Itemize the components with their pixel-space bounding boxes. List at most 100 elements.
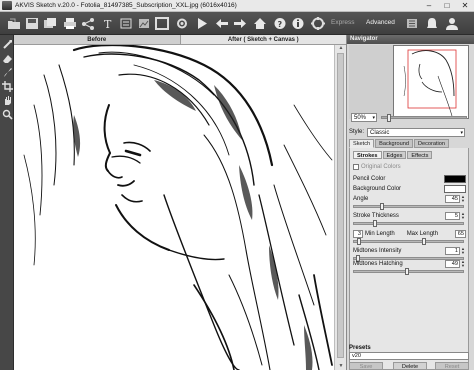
- zoom-controls: 50%: [349, 111, 473, 123]
- tab-sketch[interactable]: Sketch: [349, 139, 375, 148]
- length-range-slider[interactable]: [353, 238, 464, 245]
- tab-background[interactable]: Background: [375, 139, 413, 148]
- frame-icon[interactable]: [154, 16, 170, 31]
- sketch-tab-content: Strokes Edges Effects Original Colors Pe…: [349, 148, 469, 370]
- tab-after[interactable]: After ( Sketch + Canvas ): [180, 35, 346, 44]
- angle-row: Angle 45 ▲ ▼: [353, 194, 466, 204]
- midtones-intensity-label: Midtones Intensity: [353, 248, 402, 254]
- midtones-hatching-value[interactable]: 49: [445, 260, 460, 268]
- batch-processing-icon[interactable]: [42, 16, 58, 31]
- midtones-intensity-value[interactable]: 1: [445, 247, 460, 255]
- minimize-button[interactable]: –: [420, 0, 438, 12]
- navigator-title: Navigator: [347, 35, 474, 44]
- direction-tool-icon[interactable]: [1, 38, 13, 50]
- express-mode-button[interactable]: Express: [331, 19, 354, 26]
- zoom-slider-knob[interactable]: [387, 113, 391, 122]
- left-tools-panel: [0, 35, 14, 370]
- midtones-hatching-spinner[interactable]: ▲ ▼: [461, 260, 466, 268]
- tab-edges[interactable]: Edges: [382, 151, 407, 159]
- settings-icon[interactable]: [174, 16, 190, 31]
- account-icon[interactable]: [444, 16, 460, 31]
- style-label: Style:: [349, 129, 365, 135]
- notification-icon[interactable]: [424, 16, 440, 31]
- midtones-hatching-slider-row: [353, 268, 466, 275]
- midtones-hatching-slider[interactable]: [353, 268, 464, 275]
- crop-tool-icon[interactable]: [1, 80, 13, 92]
- image-canvas[interactable]: [14, 45, 334, 370]
- background-color-row: Background Color: [353, 184, 466, 194]
- advanced-mode-button[interactable]: Advanced: [366, 19, 395, 26]
- original-colors-checkbox[interactable]: [353, 164, 359, 170]
- text-tool-icon[interactable]: T: [100, 16, 116, 31]
- home-icon[interactable]: [252, 16, 268, 31]
- open-file-icon[interactable]: [6, 16, 22, 31]
- delete-preset-button[interactable]: Delete: [393, 362, 427, 370]
- tab-strokes[interactable]: Strokes: [353, 151, 382, 159]
- angle-spinner[interactable]: ▲ ▼: [461, 195, 466, 203]
- print-icon[interactable]: [62, 16, 78, 31]
- batch-icon[interactable]: [118, 16, 134, 31]
- scrollbar-thumb[interactable]: [337, 53, 344, 358]
- midtones-hatching-knob[interactable]: [405, 268, 410, 275]
- background-color-swatch[interactable]: [444, 185, 466, 193]
- share-icon[interactable]: [80, 16, 96, 31]
- eraser-tool-icon[interactable]: [1, 52, 13, 64]
- min-length-knob[interactable]: [357, 238, 362, 245]
- stroke-thickness-slider-knob[interactable]: [372, 220, 377, 227]
- sub-tabs: Strokes Edges Effects: [353, 151, 433, 159]
- scroll-up-icon[interactable]: ▲: [337, 45, 345, 52]
- help-icon[interactable]: ?: [272, 16, 288, 31]
- pencil-color-swatch[interactable]: [444, 175, 466, 183]
- zoom-select[interactable]: 50%: [351, 112, 377, 122]
- midtones-intensity-spinner[interactable]: ▲ ▼: [461, 247, 466, 255]
- tab-effects[interactable]: Effects: [407, 151, 433, 159]
- stroke-thickness-row: Stroke Thickness 5 ▲ ▼: [353, 211, 466, 221]
- reset-preset-button[interactable]: Reset: [435, 362, 469, 370]
- zoom-slider[interactable]: [381, 113, 467, 122]
- midtones-hatching-label: Midtones Hatching: [353, 261, 403, 267]
- stroke-thickness-slider[interactable]: [353, 220, 464, 227]
- maximize-button[interactable]: □: [438, 0, 456, 12]
- navigator-preview[interactable]: [393, 45, 469, 119]
- undo-icon[interactable]: [214, 16, 230, 31]
- info-icon[interactable]: [290, 16, 306, 31]
- pencil-color-row: Pencil Color: [353, 174, 466, 184]
- canvas-icon[interactable]: [136, 16, 152, 31]
- midtones-intensity-row: Midtones Intensity 1 ▲ ▼: [353, 246, 466, 256]
- stroke-thickness-value[interactable]: 5: [445, 212, 460, 220]
- svg-text:T: T: [104, 18, 112, 30]
- min-length-label: Min Length: [365, 231, 395, 237]
- angle-slider-knob[interactable]: [380, 203, 385, 210]
- app-window: AKVIS Sketch v.20.0 - Fotolia_81497385_S…: [0, 0, 474, 370]
- settings-panel: Navigator 50% Style: Cla: [346, 35, 474, 370]
- scroll-down-icon[interactable]: ▼: [337, 363, 345, 370]
- angle-slider[interactable]: [353, 203, 464, 210]
- max-length-value[interactable]: 65: [455, 230, 466, 238]
- tab-decoration[interactable]: Decoration: [413, 139, 450, 148]
- style-row: Style: Classic: [349, 127, 473, 137]
- tool-presets-icon[interactable]: [404, 16, 420, 31]
- presets-title: Presets: [349, 345, 371, 351]
- original-colors-label: Original Colors: [361, 164, 401, 170]
- style-select[interactable]: Classic: [367, 127, 466, 137]
- navigator-background: [349, 45, 393, 119]
- vertical-scrollbar[interactable]: ▲ ▼: [334, 45, 346, 370]
- hand-tool-icon[interactable]: [1, 94, 13, 106]
- app-logo-icon: [2, 1, 12, 10]
- run-button[interactable]: [194, 16, 210, 31]
- save-file-icon[interactable]: [24, 16, 40, 31]
- tab-before[interactable]: Before: [14, 35, 181, 44]
- brush-tool-icon[interactable]: [1, 66, 13, 78]
- min-length-value[interactable]: 3: [353, 230, 363, 238]
- preferences-icon[interactable]: [310, 16, 326, 31]
- close-button[interactable]: ✕: [456, 0, 474, 12]
- max-length-knob[interactable]: [421, 238, 426, 245]
- stroke-length-row: 3 Min Length Max Length 65: [353, 229, 466, 239]
- angle-value[interactable]: 45: [445, 195, 460, 203]
- zoom-tool-icon[interactable]: [1, 108, 13, 120]
- redo-icon[interactable]: [232, 16, 248, 31]
- save-preset-button[interactable]: Save: [349, 362, 383, 370]
- window-title: AKVIS Sketch v.20.0 - Fotolia_81497385_S…: [15, 2, 237, 9]
- preset-name-input[interactable]: v20: [349, 352, 469, 360]
- stroke-thickness-spinner[interactable]: ▲ ▼: [461, 212, 466, 220]
